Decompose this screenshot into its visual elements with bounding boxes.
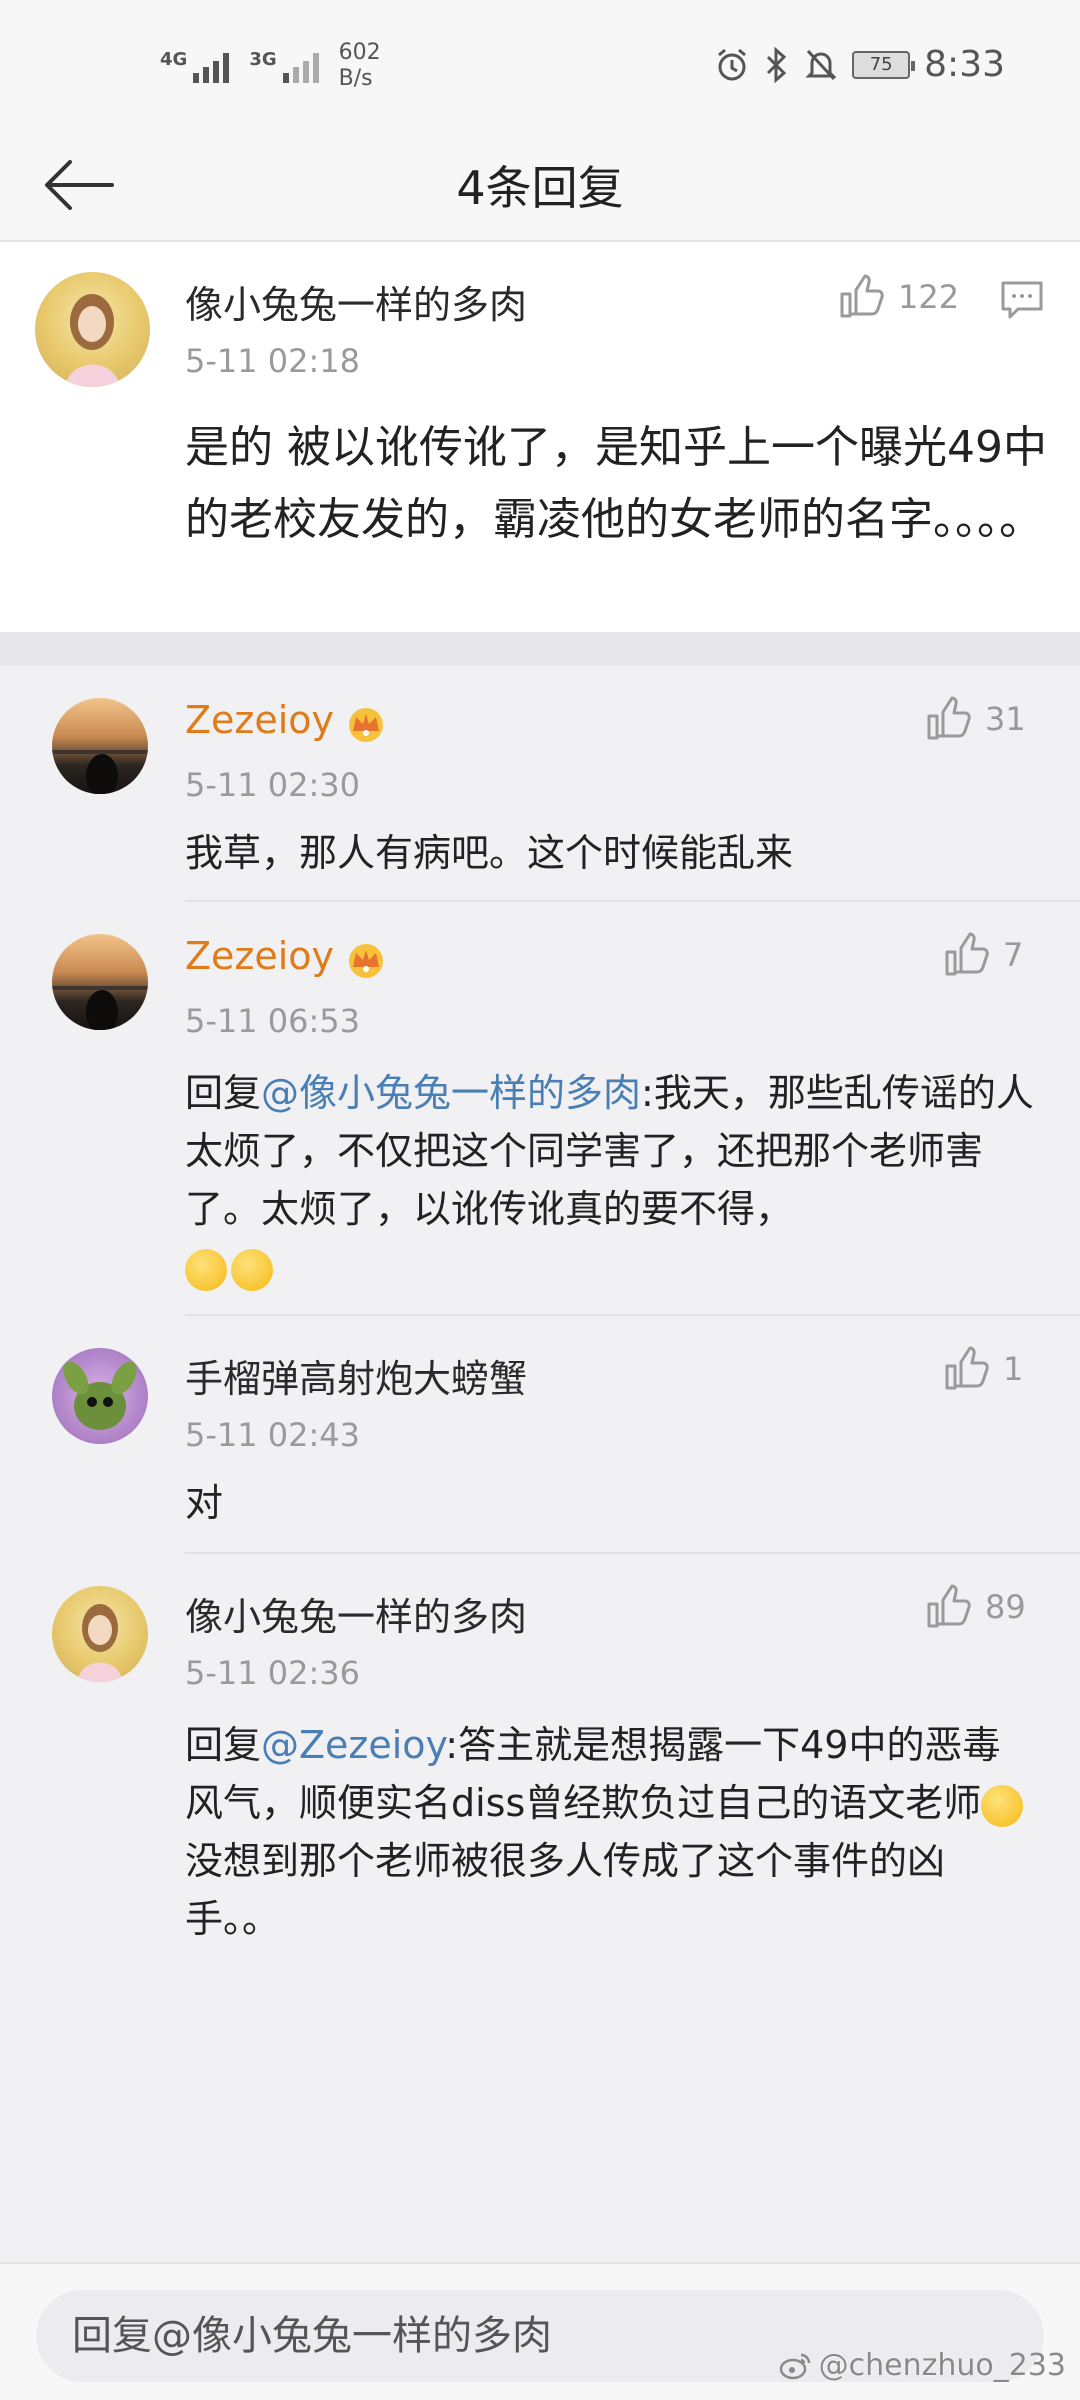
reply-time: 5-11 02:43 — [185, 1416, 361, 1454]
reply-author-name: Zezeioy — [185, 698, 335, 742]
net-speed-value: 602 — [338, 40, 381, 65]
avatar[interactable] — [35, 272, 150, 387]
thumbs-up-icon — [927, 1584, 971, 1628]
reply-time: 5-11 06:53 — [185, 1002, 361, 1040]
signal2-label: 3G — [249, 49, 277, 70]
reply-text-content: 我草，那人有病吧。这个时候能乱来 — [185, 831, 794, 875]
vip-crown-icon — [349, 707, 384, 742]
reply-prefix: 回复 — [185, 1723, 262, 1767]
reply-item: Zezeioy 5-11 06:53 7 回复@像小兔兔一样的多肉:我天，那些乱… — [0, 902, 1080, 1316]
crying-laughing-emoji-icon — [981, 1784, 1024, 1827]
reply-comment-icon[interactable] — [1000, 280, 1044, 320]
avatar[interactable] — [52, 1586, 148, 1682]
avatar[interactable] — [52, 698, 148, 794]
thumbs-up-icon — [945, 932, 989, 976]
like-count: 122 — [898, 278, 960, 316]
thumbs-up-icon — [840, 274, 884, 318]
main-comment: 像小兔兔一样的多肉 5-11 02:18 122 是的 被以讹传讹了，是知乎上一… — [0, 242, 1080, 632]
like-button[interactable]: 31 — [925, 696, 1026, 742]
reply-time: 5-11 02:30 — [185, 766, 361, 804]
net-speed: 602 B/s — [339, 40, 381, 92]
reply-text: 回复@像小兔兔一样的多肉:我天，那些乱传谣的人太烦了，不仅把这个同学害了，还把那… — [185, 1064, 1035, 1296]
reply-text: 回复@Zezeioy:答主就是想揭露一下49中的恶毒风气，顺便实名diss曾经欺… — [185, 1716, 1035, 1948]
reply-text-continued: 没想到那个老师被很多人传成了这个事件的凶手。。 — [185, 1839, 946, 1941]
watermark: @chenzhuo_233 — [779, 2348, 1066, 2383]
reply-text: 我草，那人有病吧。这个时候能乱来 — [185, 824, 1080, 882]
clock: 8:33 — [924, 44, 1005, 85]
status-bar: 4G 3G 602 B/s 75 8:33 — [0, 0, 1080, 130]
reply-prefix: 回复 — [185, 1071, 262, 1115]
like-button[interactable]: 89 — [925, 1584, 1026, 1630]
watermark-text: @chenzhuo_233 — [818, 2348, 1066, 2383]
reply-text-content: 对 — [185, 1481, 224, 1525]
battery-level: 75 — [869, 53, 893, 75]
battery-icon: 75 — [852, 50, 916, 79]
signal1-label: 4G — [160, 49, 188, 70]
emoji-icon — [185, 1248, 227, 1291]
like-count: 31 — [985, 700, 1026, 738]
reply-text: 对 — [185, 1474, 1080, 1532]
bluetooth-icon — [767, 46, 787, 83]
page-title: 4条回复 — [456, 161, 624, 215]
alarm-icon — [718, 48, 747, 80]
mention-link[interactable]: @像小兔兔一样的多肉 — [261, 1071, 641, 1115]
mute-bell-icon — [805, 49, 837, 80]
reply-item: 像小兔兔一样的多肉 5-11 02:36 89 回复@Zezeioy:答主就是想… — [0, 1554, 1080, 1974]
section-divider — [0, 632, 1080, 666]
reply-item: 手榴弹高射炮大螃蟹 5-11 02:43 1 对 — [0, 1316, 1080, 1554]
avatar[interactable] — [52, 1348, 148, 1444]
like-count: 89 — [985, 1588, 1026, 1626]
thumbs-up-icon — [945, 1346, 989, 1390]
comment-text: 是的 被以讹传讹了，是知乎上一个曝光49中的老校友发的，霸凌他的女老师的名字。。… — [185, 422, 1047, 545]
avatar[interactable] — [52, 934, 148, 1030]
emoji-icon — [231, 1248, 273, 1291]
reply-author[interactable]: Zezeioy — [185, 934, 388, 979]
top-bar: 4条回复 — [0, 130, 1080, 242]
thumbs-up-icon — [927, 696, 971, 740]
reply-item: Zezeioy 5-11 02:30 31 我草，那人有病吧。这个时候能乱来 — [0, 666, 1080, 902]
reply-author-name: Zezeioy — [185, 934, 335, 978]
mention-link[interactable]: @Zezeioy — [261, 1723, 445, 1767]
like-button[interactable]: 7 — [943, 932, 1023, 978]
reply-time: 5-11 02:36 — [185, 1654, 361, 1692]
reply-author[interactable]: 手榴弹高射炮大螃蟹 — [185, 1348, 527, 1403]
like-count: 1 — [1003, 1350, 1024, 1388]
like-count: 7 — [1003, 936, 1024, 974]
reply-author[interactable]: Zezeioy — [185, 698, 388, 743]
signal-4g-icon: 4G — [160, 49, 230, 83]
like-button[interactable]: 1 — [943, 1346, 1023, 1392]
net-speed-unit: B/s — [338, 66, 373, 91]
weibo-logo-icon — [779, 2353, 810, 2379]
comment-author[interactable]: 像小兔兔一样的多肉 — [185, 274, 527, 329]
signal-3g-icon: 3G — [249, 49, 319, 83]
reply-author[interactable]: 像小兔兔一样的多肉 — [185, 1586, 527, 1641]
like-button[interactable]: 122 — [838, 274, 959, 320]
comment-time: 5-11 02:18 — [185, 342, 361, 380]
vip-crown-icon — [349, 943, 384, 978]
